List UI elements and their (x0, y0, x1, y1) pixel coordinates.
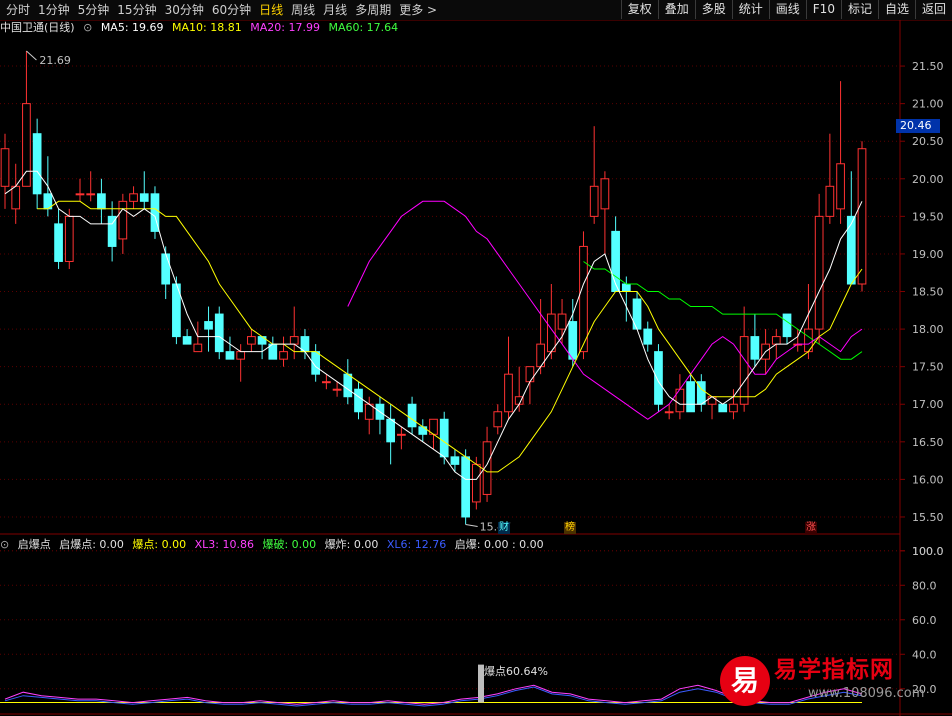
candle-body (525, 366, 535, 383)
candle-body (461, 456, 470, 518)
candle-body (86, 193, 96, 196)
candle-body (236, 351, 246, 360)
candle-body (686, 381, 695, 413)
finance-marker[interactable]: 财 (498, 522, 510, 534)
candle-body (118, 200, 128, 240)
candle-body (739, 336, 749, 405)
watermark-title: 易学指标网 (774, 657, 894, 683)
candle-body (568, 321, 578, 360)
candle-body (718, 403, 728, 413)
indicator-annotation: 爆点60.64% (484, 665, 548, 678)
candle-body (193, 343, 203, 353)
y-tick-label-6: 18.50 (912, 286, 944, 299)
candle-body (493, 411, 503, 428)
candle-body (332, 388, 342, 391)
high-callout-line (26, 50, 37, 61)
watermark-url: www.108096.com (808, 686, 925, 701)
candle-body (836, 163, 845, 210)
candle-body (471, 463, 481, 503)
candle-body (257, 336, 267, 345)
y-tick-label-0: 15.50 (912, 511, 944, 524)
candle-body (247, 336, 256, 345)
candle-body (825, 185, 835, 217)
candle-body (322, 381, 331, 384)
candle-body (0, 148, 10, 187)
y-tick-label-5: 18.00 (912, 323, 944, 336)
rank-marker[interactable]: 榜 (564, 522, 576, 534)
candle-body (139, 193, 149, 202)
candle-body (579, 245, 588, 353)
y-tick-label-9: 20.00 (912, 173, 944, 186)
candle-body (621, 283, 631, 293)
low-callout-line (465, 523, 478, 527)
y-tick-label-12: 21.50 (912, 60, 944, 73)
candle-body (439, 418, 449, 458)
candle-body (557, 313, 567, 330)
candle-body (214, 313, 224, 353)
candle-body (729, 403, 738, 413)
y-tick-label-10: 20.50 (912, 135, 944, 148)
current-price-box: 20.46 (896, 119, 940, 133)
candle-body (161, 253, 171, 285)
y-tick-label-3: 17.00 (912, 398, 944, 411)
y-tick-label-11: 21.00 (912, 98, 944, 111)
candle-body (654, 351, 663, 405)
candle-body (589, 185, 599, 217)
limit-up-marker[interactable]: 涨 (805, 522, 817, 534)
y-tick-label-7: 19.00 (912, 248, 944, 261)
candle-body (504, 373, 513, 413)
kline-chart[interactable]: 15.50 16.00 16.50 17.00 17.50 18.00 18.50 19.00… (0, 0, 952, 716)
candle-body (857, 148, 867, 285)
ma10-line (37, 200, 863, 473)
candle-body (64, 215, 74, 262)
candle-body (204, 321, 213, 330)
y-tick-label-2: 16.50 (912, 436, 944, 449)
candle-body (664, 411, 674, 414)
indicator-tick-label-1: 60.0 (912, 614, 937, 627)
candle-body (75, 193, 85, 196)
candle-body (225, 351, 235, 360)
indicator-tick-label-2: 80.0 (912, 579, 937, 592)
watermark-badge: 易 (720, 656, 770, 706)
candle-body (129, 193, 138, 202)
candle-body (782, 313, 792, 338)
candle-body (343, 373, 353, 398)
candle-body (11, 185, 21, 210)
candle-body (407, 403, 417, 428)
candle-body (814, 215, 824, 330)
candle-body (771, 336, 781, 345)
y-tick-label-4: 17.50 (912, 361, 944, 374)
candle-body (386, 418, 396, 443)
candle-body (643, 328, 653, 345)
candle-body (600, 178, 610, 210)
indicator-tick-label-extra-1: 100.0 (912, 545, 944, 558)
candle-body (279, 351, 288, 360)
candle-body (289, 336, 299, 345)
candle-body (32, 133, 42, 195)
candle-body (418, 426, 428, 435)
watermark: 易 易学指标网 www.108096.com (712, 646, 942, 712)
candle-body (707, 396, 717, 405)
candle-body (97, 193, 106, 210)
candle-body (54, 223, 63, 262)
candle-body (354, 388, 363, 413)
candle-body (182, 336, 192, 345)
candle-body (22, 103, 31, 187)
candle-body (750, 336, 760, 360)
y-tick-label-1: 16.00 (912, 473, 944, 486)
y-tick-label-8: 19.50 (912, 210, 944, 223)
candle-body (846, 215, 856, 285)
candle-body (450, 456, 460, 465)
candle-body (611, 230, 620, 293)
candle-body (397, 433, 406, 436)
high-label: 21.69 (39, 54, 71, 67)
